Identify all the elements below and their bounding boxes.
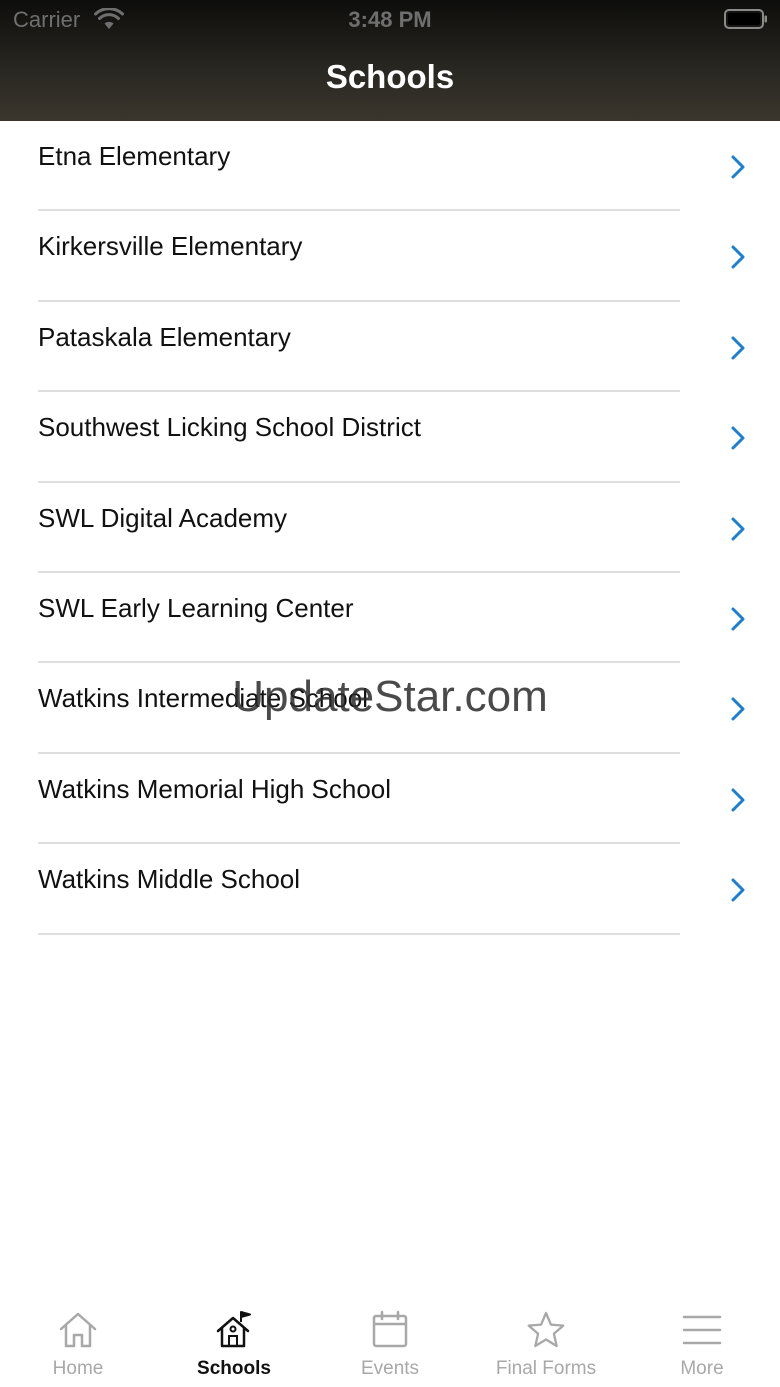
tab-label: Final Forms (495, 1358, 597, 1379)
chevron-right-icon (731, 788, 745, 812)
list-item[interactable]: Watkins Intermediate School (0, 663, 780, 754)
chevron-right-icon (731, 245, 745, 269)
chevron-right-icon (731, 426, 745, 450)
tab-home[interactable]: Home (0, 1296, 156, 1387)
school-name: SWL Digital Academy (38, 502, 288, 533)
list-item[interactable]: Southwest Licking School District (0, 392, 780, 483)
home-icon (59, 1312, 97, 1348)
chevron-right-icon (731, 336, 745, 360)
school-name: Watkins Memorial High School (38, 773, 392, 804)
school-name: Pataskala Elementary (38, 321, 291, 352)
tab-label: Home (52, 1358, 104, 1379)
list-item[interactable]: SWL Early Learning Center (0, 573, 780, 664)
tab-final-forms[interactable]: Final Forms (468, 1296, 624, 1387)
tab-more[interactable]: More (624, 1296, 780, 1387)
page-title: Schools (325, 58, 455, 95)
tab-label: Events (360, 1358, 420, 1379)
school-name: Southwest Licking School District (38, 412, 421, 443)
tab-label: Schools (197, 1358, 271, 1379)
school-name: Watkins Middle School (38, 864, 301, 895)
calendar-icon (372, 1310, 408, 1348)
list-item[interactable]: Kirkersville Elementary (0, 211, 780, 302)
school-flag-icon (216, 1311, 251, 1348)
list-item[interactable]: Pataskala Elementary (0, 302, 780, 393)
school-name: SWL Early Learning Center (38, 592, 354, 623)
school-list: Etna Elementary Kirkersville Elementary … (0, 121, 780, 935)
list-item[interactable]: Etna Elementary (0, 121, 780, 212)
school-name: Etna Elementary (38, 141, 231, 171)
chevron-right-icon (731, 697, 745, 721)
battery-icon (724, 9, 767, 29)
tab-events[interactable]: Events (312, 1296, 468, 1387)
navigation-header: Carrier 3:48 PM Schools (0, 0, 780, 121)
status-bar: Carrier 3:48 PM (0, 0, 780, 40)
chevron-right-icon (731, 155, 745, 179)
chevron-right-icon (731, 878, 745, 902)
school-name: Kirkersville Elementary (38, 231, 303, 262)
school-name: Watkins Intermediate School (38, 683, 368, 714)
list-item[interactable]: Watkins Middle School (0, 844, 780, 935)
chevron-right-icon (731, 517, 745, 541)
menu-icon (682, 1315, 722, 1345)
chevron-right-icon (731, 607, 745, 631)
tab-label: More (680, 1358, 724, 1379)
row-divider (38, 932, 680, 935)
tab-bar: Home Schools Events Final Forms More (0, 1296, 780, 1387)
list-item[interactable]: SWL Digital Academy (0, 483, 780, 573)
star-icon (527, 1311, 565, 1348)
list-item[interactable]: Watkins Memorial High School (0, 754, 780, 845)
status-time: 3:48 PM (348, 7, 432, 32)
tab-schools[interactable]: Schools (156, 1296, 312, 1387)
